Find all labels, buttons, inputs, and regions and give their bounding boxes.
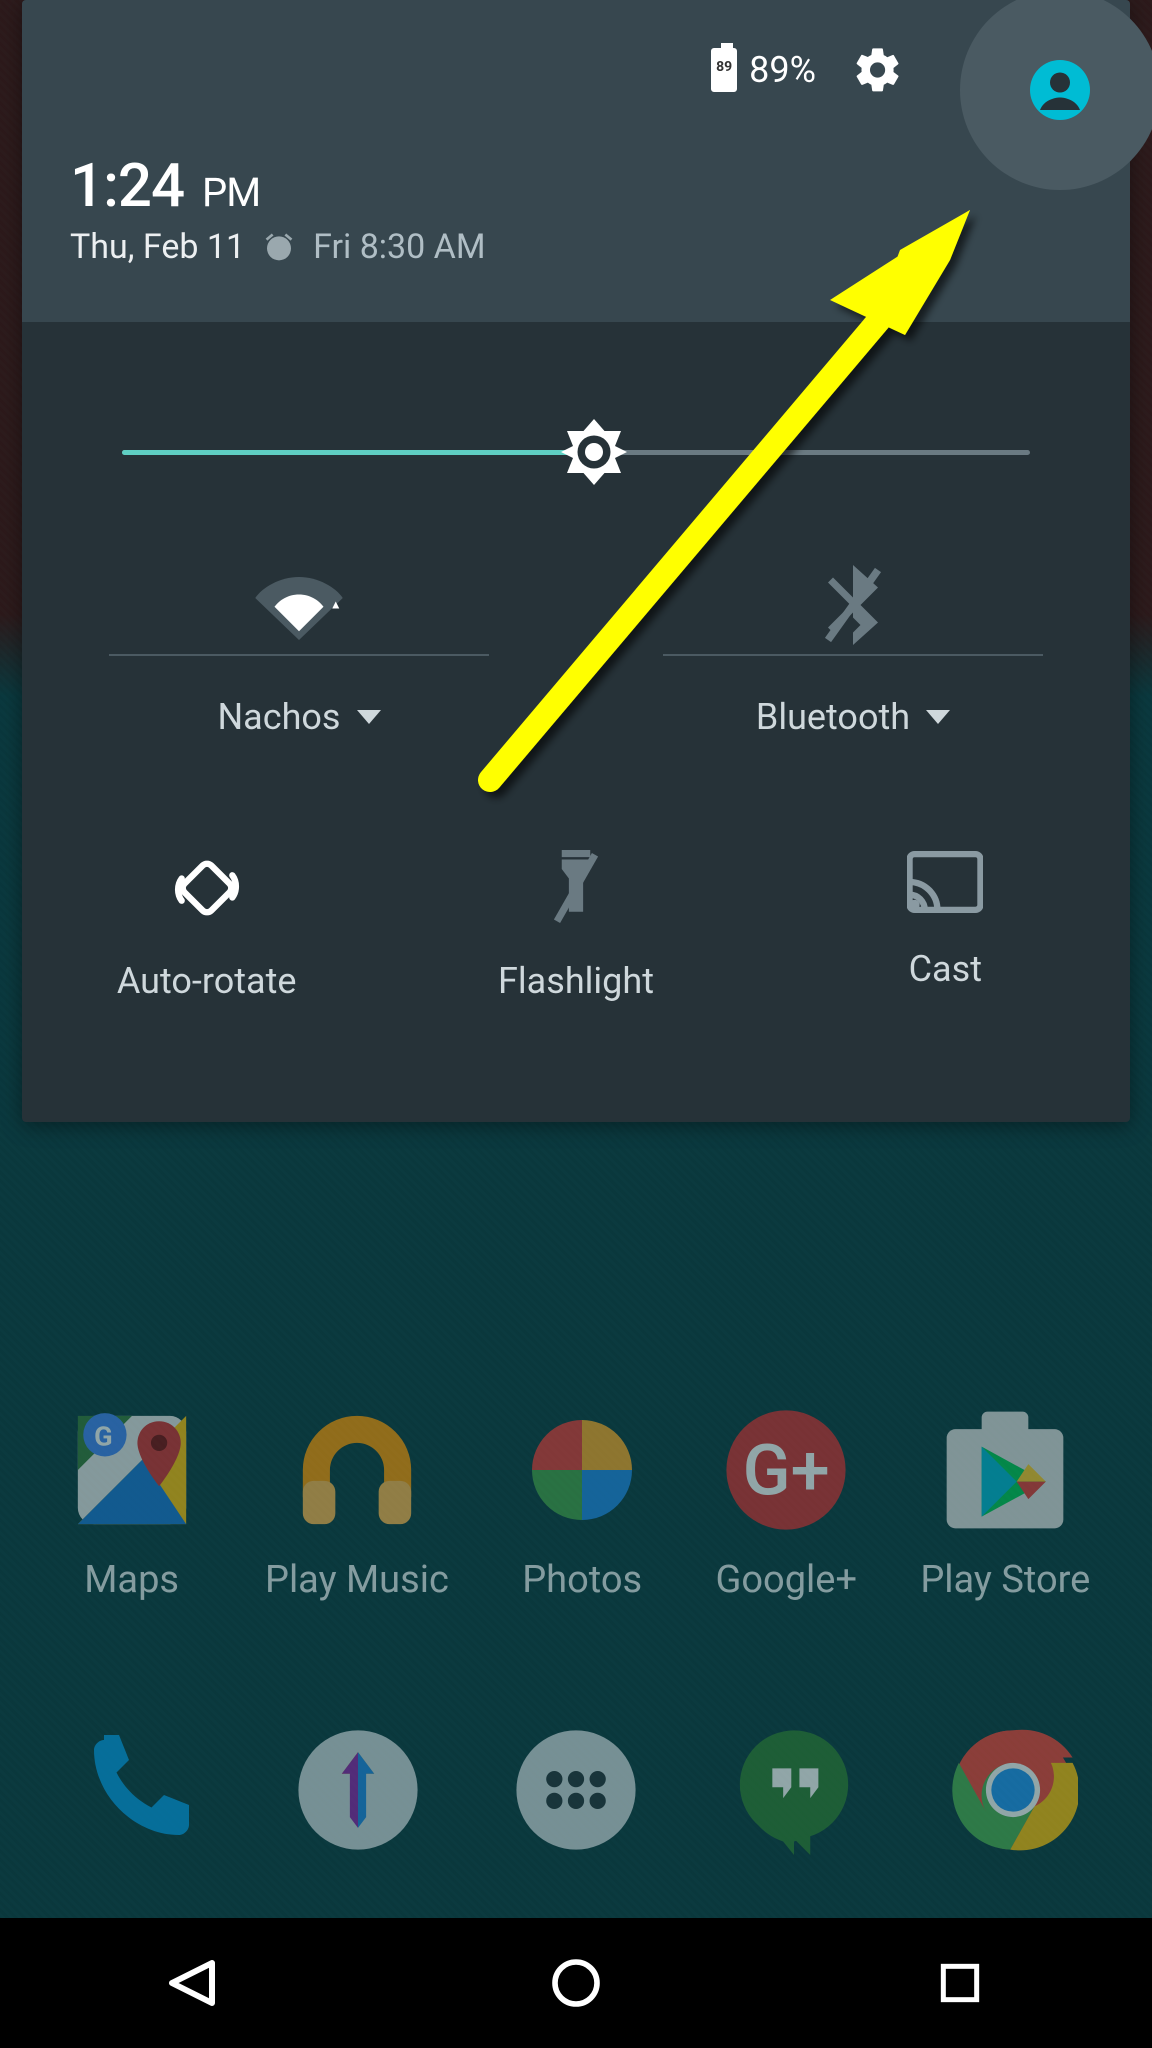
alarm-icon bbox=[263, 231, 295, 263]
svg-text:G: G bbox=[94, 1421, 112, 1453]
battery-icon: 89 bbox=[711, 48, 737, 92]
brightness-fill bbox=[122, 450, 594, 455]
date-value: Thu, Feb 11 bbox=[70, 227, 245, 267]
bluetooth-label: Bluetooth bbox=[756, 696, 910, 738]
gear-icon bbox=[852, 44, 904, 96]
app-label: Play Store bbox=[920, 1558, 1090, 1602]
app-drawer-icon bbox=[511, 1725, 641, 1855]
cast-label: Cast bbox=[909, 948, 982, 990]
settings-button[interactable] bbox=[852, 44, 904, 96]
svg-text:G+: G+ bbox=[743, 1430, 830, 1512]
back-icon bbox=[162, 1953, 222, 2013]
clock-block[interactable]: 1:24 PM Thu, Feb 11 Fri 8:30 AM bbox=[70, 150, 486, 267]
chevron-down-icon bbox=[926, 710, 950, 724]
wifi-label: Nachos bbox=[217, 696, 340, 738]
play-store-icon bbox=[935, 1400, 1075, 1540]
navigation-bar bbox=[0, 1918, 1152, 2048]
quick-settings-panel: 89 89% bbox=[22, 0, 1130, 1122]
battery-percent: 89% bbox=[749, 49, 816, 91]
bluetooth-tile[interactable]: Bluetooth bbox=[576, 560, 1130, 738]
clock-subline: Thu, Feb 11 Fri 8:30 AM bbox=[70, 227, 486, 267]
time-value: 1:24 bbox=[70, 150, 184, 221]
wifi-label-row[interactable]: Nachos bbox=[217, 696, 380, 738]
hangouts-icon bbox=[729, 1725, 859, 1855]
app-google-plus[interactable]: G+ Google+ bbox=[715, 1400, 857, 1602]
qs-row-2: Auto-rotate Flashlight Cast bbox=[22, 850, 1130, 1002]
play-music-icon bbox=[292, 1405, 422, 1535]
panel-header: 89 89% bbox=[22, 0, 1130, 322]
app-maps[interactable]: G Maps bbox=[62, 1400, 202, 1602]
app-label: Play Music bbox=[265, 1558, 449, 1602]
auto-rotate-label: Auto-rotate bbox=[117, 960, 297, 1002]
battery-indicator: 89 89% bbox=[711, 48, 816, 92]
maps-icon: G bbox=[67, 1405, 197, 1535]
flashlight-tile[interactable]: Flashlight bbox=[391, 850, 760, 1002]
chevron-down-icon bbox=[357, 710, 381, 724]
device-screen: 89 89% bbox=[0, 0, 1152, 2048]
app-label: Google+ bbox=[715, 1558, 857, 1602]
dock-hangouts[interactable] bbox=[724, 1720, 864, 1860]
wifi-tile[interactable]: Nachos bbox=[22, 560, 576, 738]
auto-rotate-icon bbox=[169, 850, 245, 926]
home-icon bbox=[548, 1955, 604, 2011]
nav-back-button[interactable] bbox=[132, 1943, 252, 2023]
divider bbox=[663, 654, 1043, 656]
cast-icon bbox=[907, 850, 983, 914]
flashlight-icon bbox=[546, 850, 606, 926]
home-app-row: G Maps Play Music bbox=[0, 1400, 1152, 1602]
dock-apps[interactable] bbox=[506, 1720, 646, 1860]
user-icon bbox=[1030, 60, 1090, 120]
divider bbox=[109, 654, 489, 656]
photos-icon bbox=[522, 1410, 642, 1530]
phone-icon bbox=[79, 1730, 199, 1850]
app-label: Photos bbox=[522, 1558, 642, 1602]
brightness-thumb[interactable] bbox=[558, 416, 630, 492]
cast-tile[interactable]: Cast bbox=[761, 850, 1130, 1002]
bluetooth-label-row[interactable]: Bluetooth bbox=[756, 696, 950, 738]
app-play-store[interactable]: Play Store bbox=[920, 1400, 1090, 1602]
dock bbox=[0, 1720, 1152, 1860]
recents-icon bbox=[935, 1958, 985, 2008]
dock-downloads[interactable] bbox=[288, 1720, 428, 1860]
nav-recents-button[interactable] bbox=[900, 1943, 1020, 2023]
chrome-icon bbox=[948, 1725, 1078, 1855]
app-photos[interactable]: Photos bbox=[512, 1400, 652, 1602]
bluetooth-icon bbox=[823, 560, 883, 650]
time-ampm: PM bbox=[202, 169, 260, 216]
nav-home-button[interactable] bbox=[516, 1943, 636, 2023]
user-switcher-button[interactable] bbox=[960, 0, 1152, 190]
brightness-slider[interactable] bbox=[122, 426, 1030, 496]
flashlight-label: Flashlight bbox=[498, 960, 654, 1002]
clock-time: 1:24 PM bbox=[70, 150, 486, 221]
auto-rotate-tile[interactable]: Auto-rotate bbox=[22, 850, 391, 1002]
dock-chrome[interactable] bbox=[943, 1720, 1083, 1860]
wifi-icon bbox=[254, 560, 344, 650]
google-plus-icon: G+ bbox=[721, 1405, 851, 1535]
alarm-value: Fri 8:30 AM bbox=[313, 227, 485, 267]
qs-row-1: Nachos Bluetooth bbox=[22, 560, 1130, 738]
download-icon bbox=[293, 1725, 423, 1855]
battery-icon-number: 89 bbox=[714, 59, 734, 75]
dock-phone[interactable] bbox=[69, 1720, 209, 1860]
app-label: Maps bbox=[84, 1558, 179, 1602]
app-play-music[interactable]: Play Music bbox=[265, 1400, 449, 1602]
